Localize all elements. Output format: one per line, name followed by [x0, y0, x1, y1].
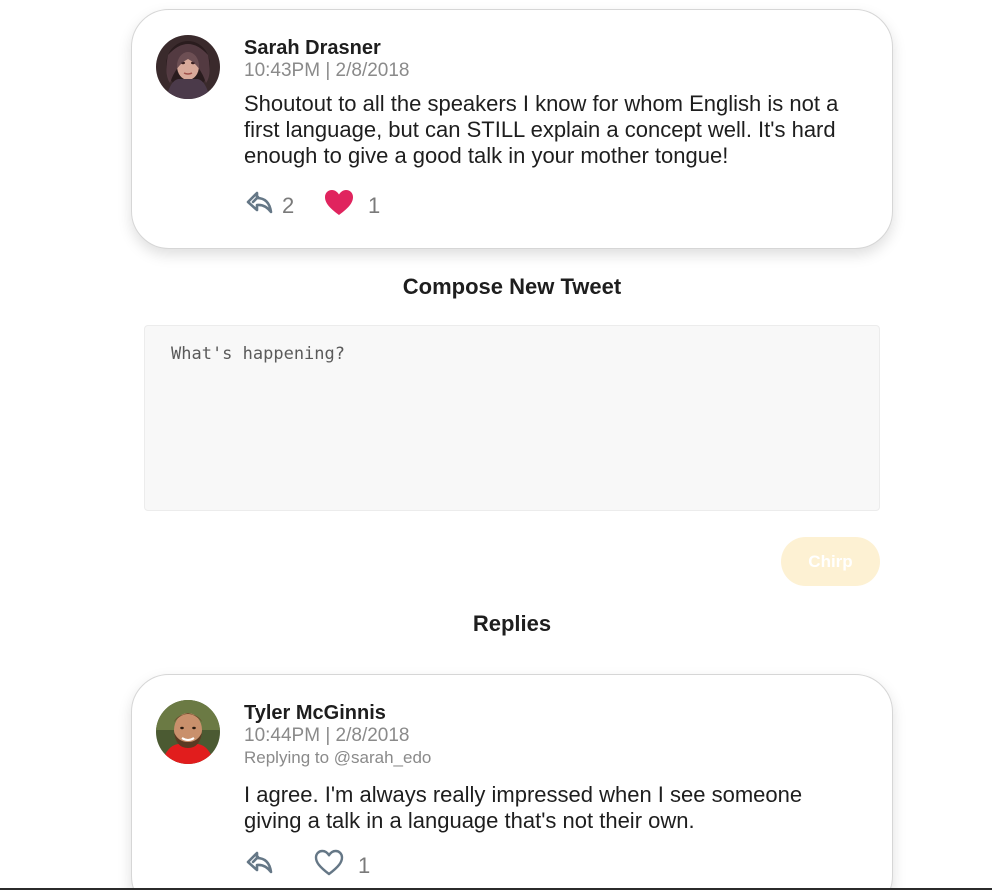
tweet-page: Sarah Drasner 10:43PM | 2/8/2018 Shoutou…	[0, 0, 992, 890]
heart-filled-icon	[324, 189, 354, 222]
tweet-body: Sarah Drasner 10:43PM | 2/8/2018 Shoutou…	[244, 36, 862, 169]
reply-tweet-card: Tyler McGinnis 10:44PM | 2/8/2018 Replyi…	[131, 674, 893, 890]
tweet-text: I agree. I'm always really impressed whe…	[244, 782, 803, 833]
compose-input[interactable]	[144, 325, 880, 511]
tweet-actions: 2 1	[244, 188, 380, 223]
avatar-tyler-image	[156, 700, 220, 764]
main-tweet-card: Sarah Drasner 10:43PM | 2/8/2018 Shoutou…	[131, 9, 893, 249]
avatar[interactable]	[156, 35, 220, 99]
like-button[interactable]: 1	[314, 849, 370, 882]
tweet-actions: 1	[244, 848, 370, 883]
heart-outline-icon	[314, 849, 344, 882]
tweet-date: 10:43PM | 2/8/2018	[244, 60, 410, 81]
author-name[interactable]: Sarah Drasner	[244, 36, 862, 60]
like-count: 1	[358, 852, 371, 878]
reply-icon	[244, 188, 274, 223]
tweet-body: Tyler McGinnis 10:44PM | 2/8/2018 Replyi…	[244, 701, 862, 834]
tweet-text: Shoutout to all the speakers I know for …	[244, 91, 839, 168]
like-count: 1	[368, 192, 381, 218]
avatar[interactable]	[156, 700, 220, 764]
like-button[interactable]: 1	[324, 189, 380, 222]
compose-title: Compose New Tweet	[402, 274, 622, 299]
reply-count: 2	[282, 192, 295, 218]
tweet-date: 10:44PM | 2/8/2018	[244, 725, 410, 746]
avatar-sarah-image	[156, 35, 220, 99]
author-name[interactable]: Tyler McGinnis	[244, 701, 862, 725]
reply-button[interactable]	[244, 848, 314, 883]
reply-icon	[244, 848, 274, 883]
replying-to-label[interactable]: Replying to @sarah_edo	[244, 746, 862, 770]
reply-button[interactable]: 2	[244, 188, 324, 223]
replies-title: Replies	[472, 611, 552, 636]
chirp-button[interactable]: Chirp	[781, 537, 880, 586]
